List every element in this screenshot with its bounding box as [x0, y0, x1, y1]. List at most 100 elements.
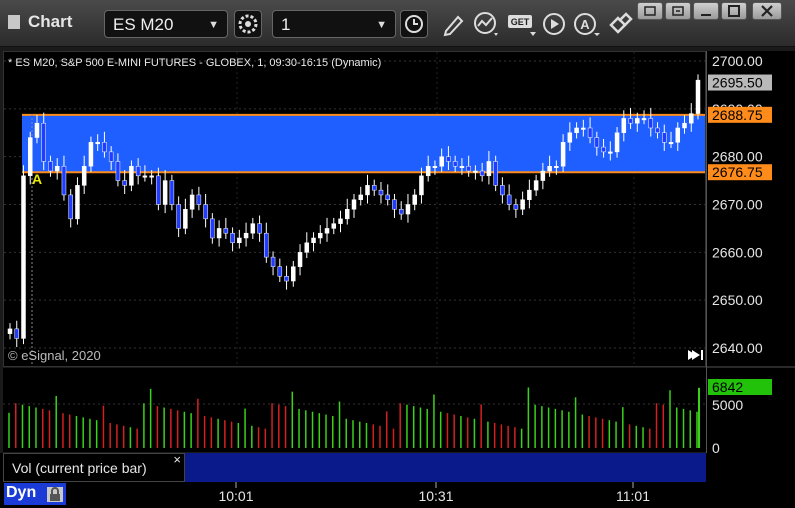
get-data-icon[interactable]: GET [506, 11, 538, 37]
candle-body [149, 175, 154, 178]
candle-body [196, 194, 202, 205]
candle-body [648, 118, 654, 129]
candle-body [560, 142, 566, 167]
price-tick-label: 2650.00 [712, 292, 763, 308]
interval-selector[interactable]: 1 ▼ [272, 10, 396, 38]
candle-body [635, 118, 640, 124]
scroll-to-end-icon[interactable] [688, 350, 703, 360]
candle-body [459, 165, 465, 168]
restore-window-button[interactable] [665, 2, 691, 20]
candle-body [48, 161, 53, 172]
dynamic-mode-toggle[interactable]: Dyn [4, 483, 66, 505]
candle-body [486, 161, 492, 177]
candle-body [500, 185, 505, 196]
time-label-1001: 10:01 [218, 488, 253, 504]
time-axis[interactable]: 10:01 10:31 11:01 [66, 482, 706, 508]
candle-body [102, 142, 107, 153]
candle-body [176, 204, 181, 229]
candle-body [601, 146, 606, 153]
candle-body [264, 232, 269, 258]
candle-body [628, 118, 633, 124]
candle-body [297, 252, 303, 267]
candle-body [318, 232, 323, 239]
candle-body [405, 204, 411, 215]
candle-body [574, 127, 579, 134]
price-axis[interactable]: 2700.002690.002680.002670.002660.002650.… [706, 51, 795, 456]
time-label-1031: 10:31 [418, 488, 453, 504]
candle-body [88, 142, 94, 167]
candle-body [675, 127, 681, 143]
svg-text:GET: GET [511, 17, 530, 27]
close-button[interactable] [752, 2, 782, 20]
candle-body [81, 165, 87, 186]
axis-labels: 2700.002690.002680.002670.002660.002650.… [707, 53, 795, 456]
study-legend[interactable]: Vol (current price bar) × [3, 452, 185, 482]
candle-body [338, 218, 343, 224]
pencil-draw-icon[interactable] [440, 11, 468, 37]
menu-button[interactable] [637, 2, 663, 20]
marker-label: A [32, 171, 42, 187]
chart-header: * ES M20, S&P 500 E-MINI FUTURES - GLOBE… [8, 57, 381, 69]
last-price-label: 2695.50 [712, 75, 763, 91]
time-template-button[interactable] [400, 10, 428, 38]
candle-body [68, 194, 73, 220]
chart-window-icon [8, 15, 20, 29]
candle-body [142, 175, 148, 178]
price-chart-pane[interactable]: * ES M20, S&P 500 E-MINI FUTURES - GLOBE… [3, 51, 706, 367]
candle-body [156, 175, 161, 205]
menu-icon [644, 6, 656, 16]
candle-body [547, 165, 552, 172]
candle-body [135, 165, 141, 177]
price-tick-label: 2660.00 [712, 244, 763, 260]
zone-upper-label: 2688.75 [712, 107, 763, 123]
support-resistance-zone[interactable] [22, 114, 705, 173]
candle-body [432, 165, 438, 168]
close-icon [761, 5, 773, 17]
gear-icon [238, 14, 258, 34]
price-tick-label: 2670.00 [712, 197, 763, 213]
volume-bars [8, 387, 700, 448]
maximize-icon [728, 5, 740, 17]
symbol-selector[interactable]: ES M20 ▼ [104, 10, 228, 38]
minimize-button[interactable] [693, 2, 719, 20]
alerts-icon[interactable]: A [572, 11, 602, 37]
symbol-value: ES M20 [113, 15, 174, 34]
candle-body [668, 142, 674, 145]
candle-body [587, 127, 593, 138]
candle-body [695, 79, 701, 114]
volume-tick-5000: 5000 [712, 397, 743, 413]
play-replay-icon[interactable] [541, 11, 569, 37]
settings-button[interactable] [234, 10, 262, 38]
candle-body [169, 180, 175, 205]
interval-value: 1 [281, 15, 291, 34]
link-chain-icon[interactable] [605, 11, 633, 37]
candle-body [594, 137, 600, 148]
candle-body [614, 132, 620, 153]
time-label-1101: 11:01 [616, 488, 650, 504]
close-study-icon[interactable]: × [173, 452, 181, 467]
candle-body [291, 266, 296, 282]
studies-icon[interactable] [472, 11, 502, 37]
candle-body [621, 118, 627, 134]
bottom-bar: Vol (current price bar) × Dyn 10:01 10:3… [0, 452, 795, 508]
candle-body [311, 237, 316, 244]
candle-body [506, 194, 512, 205]
candle-body [581, 127, 586, 130]
candle-body [75, 185, 80, 220]
price-chart: * ES M20, S&P 500 E-MINI FUTURES - GLOBE… [4, 52, 705, 366]
candle-body [277, 266, 283, 277]
candle-body [331, 223, 337, 229]
chevron-down-icon: ▼ [376, 19, 387, 31]
candle-body [473, 170, 478, 173]
price-tick-label: 2700.00 [712, 53, 763, 69]
candle-body [54, 165, 60, 172]
candle-body [183, 209, 188, 229]
candle-body [108, 151, 114, 162]
clock-icon [405, 15, 423, 33]
candle-body [129, 165, 134, 186]
volume-pane[interactable] [3, 368, 706, 452]
maximize-button[interactable] [721, 2, 747, 20]
candle-body [216, 228, 222, 239]
candle-body [608, 151, 613, 154]
candle-body [533, 180, 539, 191]
